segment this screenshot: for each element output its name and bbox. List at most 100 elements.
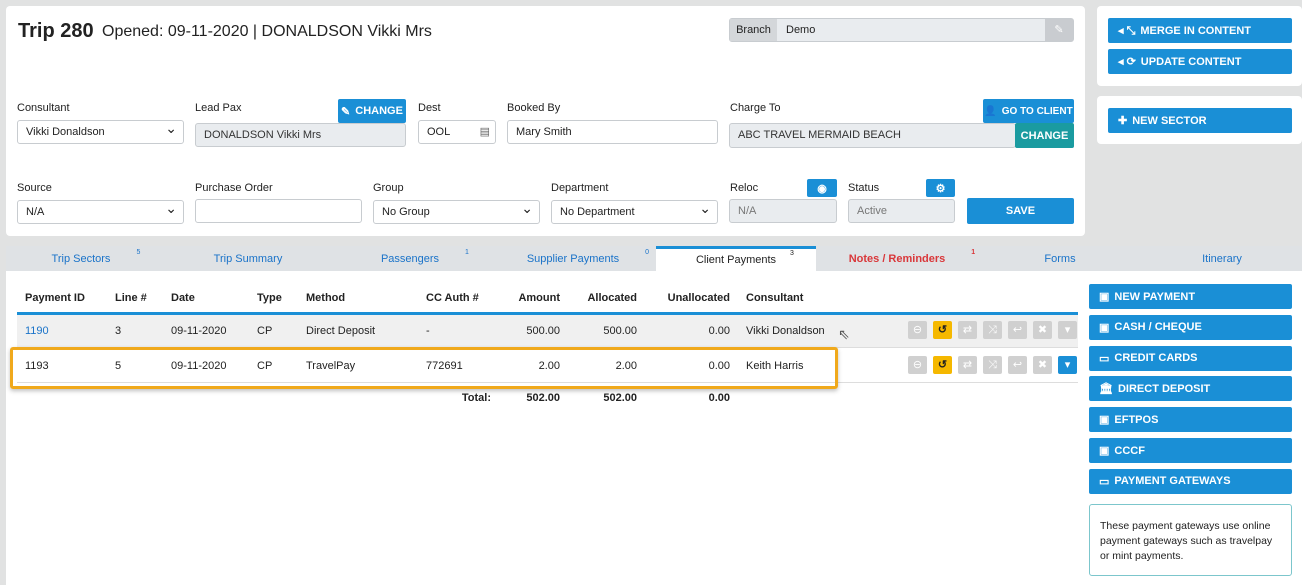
save-button[interactable]: SAVE [967,198,1074,224]
undo-icon[interactable]: ↺ [933,321,952,339]
eftpos-button[interactable]: ▣ EFTPOS [1089,407,1292,433]
trip-title: Trip 280 [18,20,94,42]
column-header[interactable]: Allocated [570,292,637,304]
total-amount: 502.00 [526,392,560,404]
charge-to-field: ABC TRAVEL MERMAID BEACH [729,123,1016,148]
reply-icon[interactable]: ↩ [1008,356,1027,374]
credit-card-icon: ▭ [1099,352,1110,365]
column-header[interactable]: CC Auth # [426,292,479,304]
table-cell: 0.00 [708,325,730,337]
column-header[interactable]: Type [257,292,282,304]
payment-gateways-note: These payment gateways use online paymen… [1089,504,1292,576]
payment-id-link[interactable]: 1190 [25,325,49,337]
total-unallocated: 0.00 [708,392,730,404]
transfer-icon[interactable]: ⇄ [958,356,977,374]
circle-minus-icon[interactable]: ⊖ [908,356,927,374]
direct-deposit-button[interactable]: 🏛 DIRECT DEPOSIT [1089,376,1292,402]
refresh-icon: ◂ ⟳ [1118,56,1136,68]
shuffle-icon[interactable]: ⤨ [983,321,1002,339]
plus-icon: ✚ [1118,115,1128,127]
table-cell: 500.00 [603,325,637,337]
tab-count: 0 [645,249,650,256]
tab-trip-sectors[interactable]: Trip Sectors 5 [6,246,156,271]
column-header[interactable]: Date [171,292,195,304]
table-cell: Direct Deposit [306,325,376,337]
go-to-client-button[interactable]: 👤 GO TO CLIENT [983,99,1074,123]
column-header[interactable]: Line # [115,292,147,304]
column-header[interactable]: Method [306,292,345,304]
tab-forms[interactable]: Forms [980,246,1140,271]
edit-branch-icon[interactable]: ✎ [1045,19,1073,41]
table-cell: CP [257,325,273,337]
dropdown-icon[interactable]: ▾ [1058,356,1077,374]
new-payment-button[interactable]: ▣ NEW PAYMENT [1089,284,1292,309]
dest-label: Dest [418,102,441,114]
table-cell: 2.00 [615,360,637,372]
column-header[interactable]: Amount [490,292,560,304]
booked-by-input[interactable]: Mary Smith [507,120,718,144]
reloc-label: Reloc [730,182,759,194]
reloc-eye-button[interactable]: ◉ [807,179,837,197]
table-cell: - [426,325,430,337]
payment-id-link: 1193 [25,360,49,372]
cash-cheque-button[interactable]: ▣ CASH / CHEQUE [1089,314,1292,340]
purchase-order-input[interactable] [195,199,362,223]
consultant-label: Consultant [17,102,70,114]
consultant-select[interactable]: Vikki Donaldson [17,117,184,144]
column-header[interactable]: Payment ID [25,292,85,304]
eye-icon: ◉ [817,182,827,195]
merge-icon: ◂ ⤡ [1118,24,1136,37]
money-icon: ▣ [1099,414,1110,427]
mouse-cursor-icon: ⇖ [838,326,850,342]
department-select[interactable]: No Department [551,197,718,224]
credit-card-icon: ▭ [1099,475,1110,488]
list-icon[interactable]: ▤ [480,121,490,143]
undo-icon[interactable]: ↺ [933,356,952,374]
payment-gateways-button[interactable]: ▭ PAYMENT GATEWAYS [1089,468,1292,494]
table-cell: Keith Harris [746,360,804,372]
tab-itinerary[interactable]: Itinerary [1142,246,1302,271]
money-icon: ▣ [1099,291,1110,303]
lead-pax-field: DONALDSON Vikki Mrs [195,123,406,147]
status-settings-button[interactable]: ⚙ [926,179,955,197]
merge-in-content-button[interactable]: ◂ ⤡ MERGE IN CONTENT [1108,18,1292,43]
credit-cards-button[interactable]: ▭ CREDIT CARDS [1089,345,1292,371]
charge-to-label: Charge To [730,102,781,114]
column-header[interactable]: Consultant [746,292,803,304]
tab-client-payments[interactable]: Client Payments 3 [656,246,816,271]
circle-minus-icon[interactable]: ⊖ [908,321,927,339]
column-header[interactable]: Unallocated [650,292,730,304]
update-content-button[interactable]: ◂ ⟳ UPDATE CONTENT [1108,49,1292,74]
dest-input[interactable]: OOL ▤ [418,120,496,144]
cccf-button[interactable]: ▣ CCCF [1089,438,1292,463]
dropdown-icon[interactable]: ▾ [1058,321,1077,339]
change-charge-to-button[interactable]: CHANGE [1015,123,1074,148]
new-sector-button[interactable]: ✚ NEW SECTOR [1108,108,1292,133]
reply-icon[interactable]: ↩ [1008,321,1027,339]
table-cell: 5 [115,360,122,372]
total-allocated: 502.00 [603,392,637,404]
tab-notes-reminders[interactable]: Notes / Reminders 1 [817,246,977,271]
tab-count: 1 [971,249,976,256]
purchase-order-label: Purchase Order [195,182,273,194]
department-label: Department [551,182,609,194]
transfer-icon[interactable]: ⇄ [958,321,977,339]
tab-trip-summary[interactable]: Trip Summary [168,246,328,271]
total-label: Total: [461,392,491,404]
tab-supplier-payments[interactable]: Supplier Payments 0 [492,246,654,271]
shuffle-icon[interactable]: ⤨ [983,356,1002,374]
tab-count: 5 [136,249,141,256]
branch-label: Branch [730,19,777,41]
money-icon: ▣ [1099,445,1110,457]
trip-opened: Opened: 09-11-2020 | DONALDSON Vikki Mrs [102,23,432,40]
tab-count: 1 [465,249,469,256]
change-lead-pax-button[interactable]: ✎ CHANGE [338,99,406,123]
lead-pax-label: Lead Pax [195,102,242,114]
source-select[interactable]: N/A [17,197,184,224]
group-select[interactable]: No Group [373,197,540,224]
tab-passengers[interactable]: Passengers 1 [330,246,490,271]
branch-value: Demo [786,24,816,36]
delete-icon[interactable]: ✖ [1033,356,1052,374]
delete-icon[interactable]: ✖ [1033,321,1052,339]
branch-field: Branch Demo ✎ [729,18,1074,42]
